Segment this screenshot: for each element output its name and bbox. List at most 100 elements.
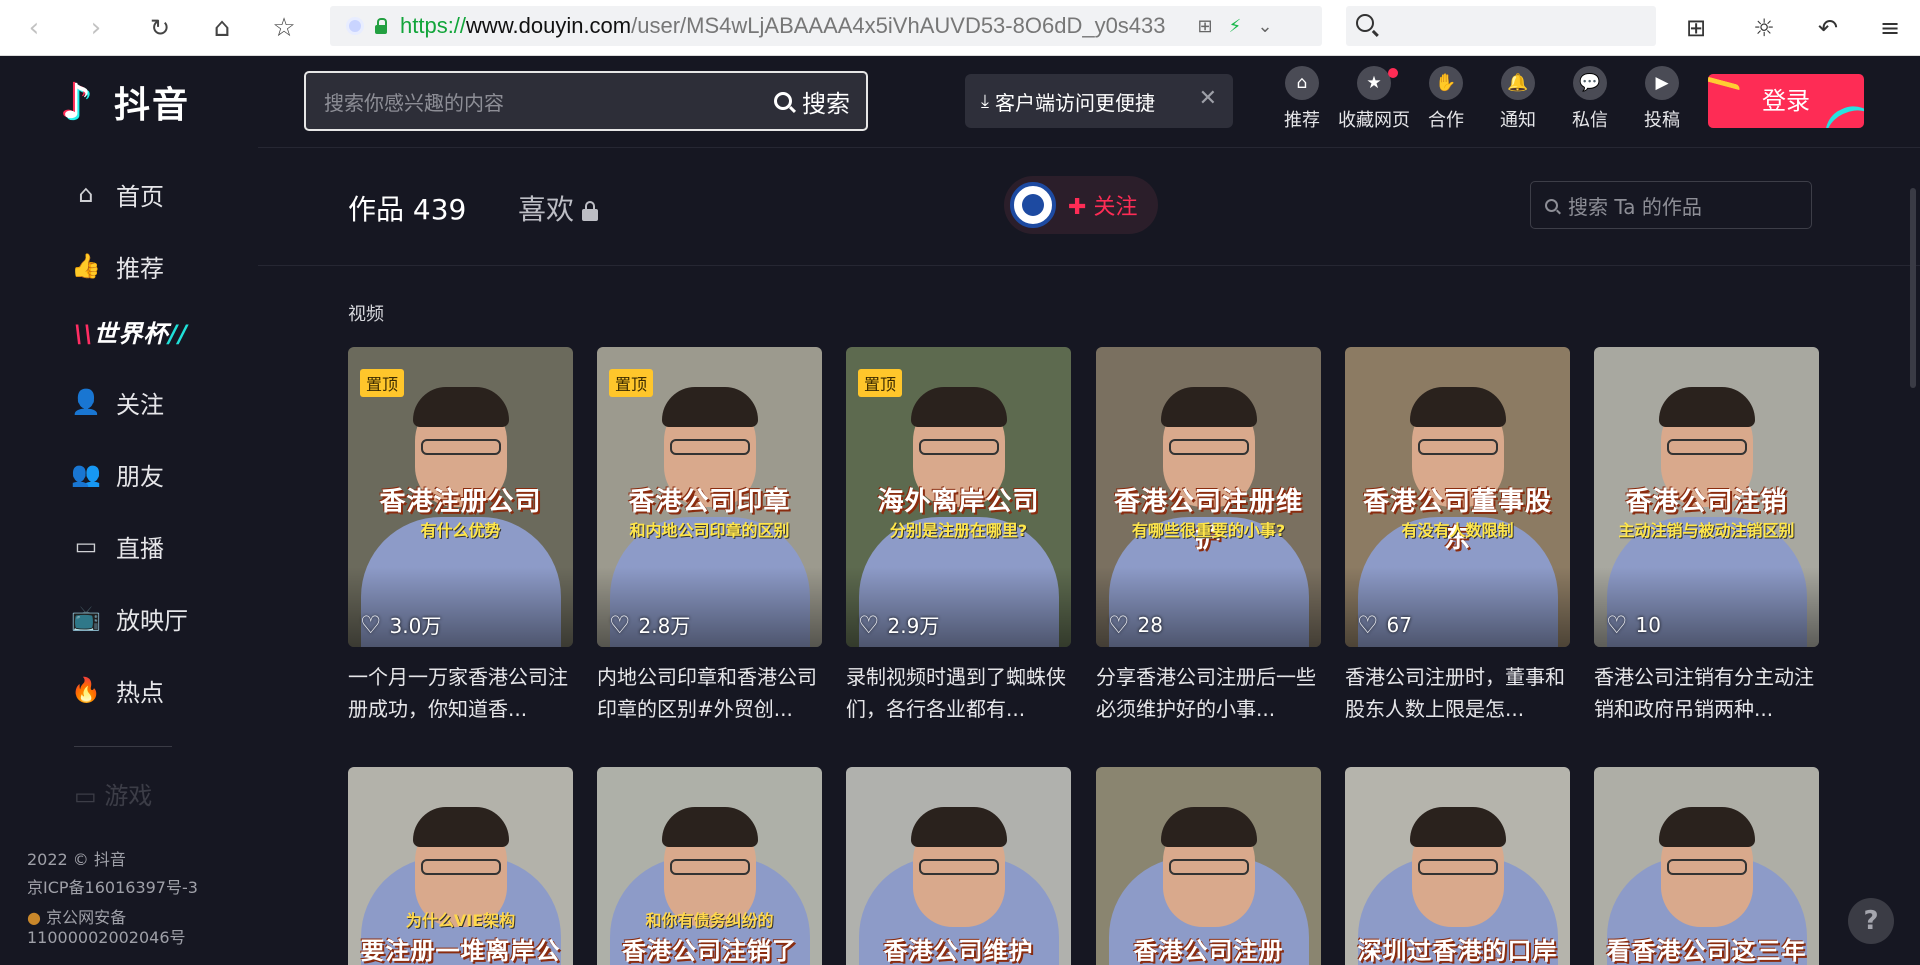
video-card[interactable]: 要注册一堆离岸公司 为什么VIE架构 [348,767,573,965]
topbar-item-2[interactable]: ✋ 合作 [1410,66,1482,132]
search-button[interactable]: 搜索 [774,84,866,119]
browser-search-box[interactable] [1346,6,1656,46]
sidebar-item-5[interactable]: 📺 放映厅 [71,598,188,638]
follow-button[interactable]: ✚ 关注 [1004,176,1158,234]
sidebar-item-faded[interactable]: ▭ 游戏 [74,776,152,811]
video-description[interactable]: 一个月一万家香港公司注册成功，你知道香... [348,661,573,725]
video-thumbnail[interactable]: 香港注册公司 有什么优势 置顶 ♡ 3.0万 [348,347,573,647]
search-icon [1545,198,1558,212]
douyin-logo[interactable]: ♪ ♪ ♪ 抖音 [59,76,190,129]
sidebar-item-2[interactable]: 👤 关注 [71,382,164,422]
video-card[interactable]: 香港注册公司 有什么优势 置顶 ♡ 3.0万 一个月一万家香港公司注册成功，你知道香... [348,347,573,725]
topbar-item-1[interactable]: ★ 收藏网页 [1338,66,1410,132]
heart-icon: ♡ [1606,611,1628,639]
video-card[interactable]: 香港公司维护 [846,767,1071,965]
video-description[interactable]: 香港公司注册时，董事和股东人数上限是怎... [1345,661,1570,725]
sun-icon[interactable]: ☼ [1744,10,1784,46]
search-works-input[interactable]: 搜索 Ta 的作品 [1530,181,1812,229]
video-card[interactable]: 看香港公司这三年 [1594,767,1819,965]
grid-icon[interactable]: ⊞ [1190,16,1220,37]
video-card[interactable]: 香港公司注册 [1096,767,1321,965]
chevron-down-icon[interactable]: ⌄ [1250,16,1280,37]
avatar [1010,182,1056,228]
video-thumbnail[interactable]: 要注册一堆离岸公司 为什么VIE架构 [348,767,573,965]
video-card[interactable]: 香港公司董事股东 有没有人数限制 ♡ 67 香港公司注册时，董事和股东人数上限是怎... [1345,347,1570,725]
heart-icon: ♡ [360,610,382,639]
search-icon [774,92,792,110]
video-thumbnail[interactable]: 香港公司印章 和内地公司印章的区别 置顶 ♡ 2.8万 [597,347,822,647]
pinned-badge: 置顶 [609,369,654,397]
video-description[interactable]: 录制视频时遇到了蜘蛛侠们，各行各业都有... [846,661,1071,725]
worldcup-entry[interactable]: \\世界杯// [74,314,188,349]
thumbnail-subtitle: 有没有人数限制 [1401,521,1514,540]
sidebar-item-3[interactable]: 👥 朋友 [71,454,164,494]
flame-icon: 🔥 [71,676,101,704]
video-thumbnail[interactable]: 香港公司维护 [846,767,1071,965]
reload-icon[interactable]: ↻ [142,10,178,46]
undo-icon[interactable]: ↶ [1808,10,1848,46]
url-text[interactable]: https://www.douyin.com/user/MS4wLjABAAAA… [400,13,1190,39]
thumbnail-subtitle: 有什么优势 [420,521,501,540]
tab-works[interactable]: 作品 439 [348,188,466,228]
footer-police[interactable]: ● 京公网安备 [27,908,126,928]
video-description[interactable]: 内地公司印章和香港公司印章的区别#外贸创... [597,661,822,725]
video-card[interactable]: 海外离岸公司 分别是注册在哪里? 置顶 ♡ 2.9万录制视频时遇到了蜘蛛侠们，各行各业都… [846,347,1071,725]
topbar-item-0[interactable]: ⌂ 推荐 [1266,66,1338,132]
footer-icp[interactable]: 京ICP备16016397号-3 [27,878,198,898]
menu-icon[interactable]: ≡ [1870,10,1910,46]
video-thumbnail[interactable]: 香港公司注销 主动注销与被动注销区别 ♡ 10 [1594,347,1819,647]
sidebar-item-1[interactable]: 👍 推荐 [71,246,164,286]
lightning-icon[interactable]: ⚡ [1220,16,1250,37]
sidebar-item-4[interactable]: ▭ 直播 [72,526,164,566]
video-card[interactable]: 香港公司注销 主动注销与被动注销区别 ♡ 10 香港公司注销有分主动注销和政府吊销两种.… [1594,347,1819,725]
bell-icon: 🔔 [1501,66,1535,100]
topbar-item-3[interactable]: 🔔 通知 [1482,66,1554,132]
thumbnail-title: 海外离岸公司 [877,487,1040,517]
video-card[interactable]: 香港公司注册维护 有哪些很重要的小事? ♡ 28 分享香港公司注册后一些必须维护好的小事… [1096,347,1321,725]
video-card[interactable]: 深圳过香港的口岸 [1345,767,1570,965]
login-button[interactable]: 登录 [1708,74,1864,128]
lock-icon [582,201,599,221]
lock-icon [374,18,388,34]
thumbnail-title: 深圳过香港的口岸 [1357,937,1558,965]
video-thumbnail[interactable]: 看香港公司这三年 [1594,767,1819,965]
forward-arrow-icon[interactable]: › [78,10,114,46]
video-description[interactable]: 香港公司注销有分主动注销和政府吊销两种... [1594,661,1819,725]
thumbnail-title: 香港注册公司 [379,487,542,517]
video-thumbnail[interactable]: 香港公司注销了 和你有债务纠纷的 [597,767,822,965]
back-arrow-icon[interactable]: ‹ [16,10,52,46]
help-button[interactable]: ? [1848,898,1894,944]
footer-police-number[interactable]: 11000002002046号 [27,928,186,948]
home-icon[interactable]: ⌂ [204,10,240,46]
search-input[interactable]: 搜索你感兴趣的内容 搜索 [304,71,868,131]
topbar-item-4[interactable]: 💬 私信 [1554,66,1626,132]
star-icon[interactable]: ☆ [266,10,302,46]
sidebar-item-6[interactable]: 🔥 热点 [71,670,164,710]
client-download-tip[interactable]: ⤓ 客户端访问更便捷 ✕ [965,74,1233,128]
search-placeholder[interactable]: 搜索你感兴趣的内容 [306,87,774,116]
video-thumbnail[interactable]: 海外离岸公司 分别是注册在哪里? 置顶 ♡ 2.9万 [846,347,1071,647]
video-thumbnail[interactable]: 香港公司注册维护 有哪些很重要的小事? ♡ 28 [1096,347,1321,647]
tv-icon: 📺 [71,604,101,632]
video-description[interactable]: 分享香港公司注册后一些必须维护好的小事... [1096,661,1321,725]
sidebar-item-0[interactable]: ⌂ 首页 [72,174,164,214]
video-thumbnail[interactable]: 香港公司董事股东 有没有人数限制 ♡ 67 [1345,347,1570,647]
thumbnail-title: 香港公司注销了 [622,937,797,965]
video-thumbnail[interactable]: 深圳过香港的口岸 [1345,767,1570,965]
thumbnail-title: 要注册一堆离岸公司 [360,937,561,965]
close-icon[interactable]: ✕ [1199,86,1217,111]
video-thumbnail[interactable]: 香港公司注册 [1096,767,1321,965]
address-bar[interactable]: https://www.douyin.com/user/MS4wLjABAAAA… [330,6,1322,46]
scrollbar[interactable] [1910,188,1916,388]
heart-icon: ♡ [1357,611,1379,639]
topbar-item-5[interactable]: ▶ 投稿 [1626,66,1698,132]
tab-likes[interactable]: 喜欢 [518,188,599,228]
thumbnail-subtitle: 有哪些很重要的小事? [1131,521,1286,540]
thumbnail-title: 看香港公司这三年 [1606,937,1807,965]
video-card[interactable]: 香港公司注销了 和你有债务纠纷的 [597,767,822,965]
tiles-icon[interactable]: ⊞ [1676,10,1716,46]
like-count: ♡ 67 [1357,611,1412,639]
thumbnail-subtitle: 为什么VIE架构 [405,911,516,930]
video-card[interactable]: 香港公司印章 和内地公司印章的区别 置顶 ♡ 2.8万内地公司印章和香港公司印章的区别#… [597,347,822,725]
like-count: ♡ 2.9万 [858,610,940,639]
